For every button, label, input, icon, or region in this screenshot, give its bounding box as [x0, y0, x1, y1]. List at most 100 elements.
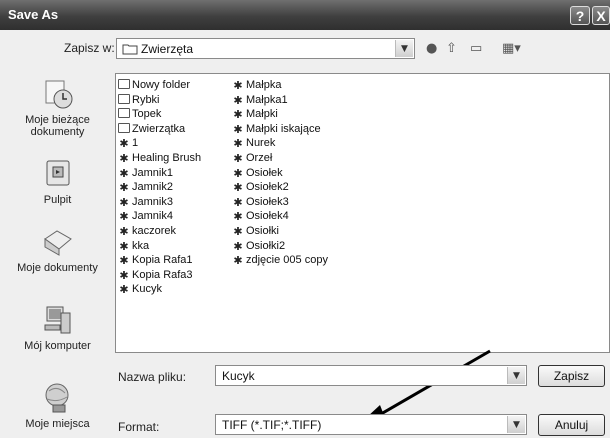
file-name: Małpka [246, 79, 282, 91]
place-my-computer[interactable]: Mój komputer [3, 303, 112, 352]
desktop-icon [46, 160, 69, 186]
file-name: Kopia Rafa3 [132, 268, 193, 281]
file-name: Osiołki2 [246, 239, 286, 252]
place-recent-documents[interactable]: Moje bieżące dokumenty [3, 77, 112, 138]
file-name: Kucyk [132, 283, 162, 296]
my-documents-icon [43, 230, 72, 256]
filename-label: Nazwa pliku: [118, 370, 187, 384]
up-folder-icon[interactable]: ⇧ [446, 41, 457, 56]
place-label: Mój komputer [24, 340, 91, 352]
file-list-item[interactable]: ✱ Małpki [232, 107, 328, 122]
folder-list-item[interactable]: Nowy folder [118, 78, 201, 93]
file-list-item[interactable]: ✱ Małpka1 [232, 93, 328, 108]
file-list-item[interactable]: ✱ Osiołek3 [232, 195, 328, 210]
file-name: Małpki [246, 108, 278, 121]
file-list-column: ✱ Małpka ✱ Małpka1 ✱ Małpki ✱ Małpki iskające ✱ N… [232, 78, 328, 268]
file-name: kaczorek [132, 224, 177, 237]
file-list-item[interactable]: ✱ Małpka [232, 78, 328, 93]
folder-list-item[interactable]: Topek [118, 107, 201, 122]
image-file-icon: ✱ [119, 152, 129, 165]
file-name: Osiołek [246, 166, 283, 179]
folder-list-item[interactable]: Zwierzątka [118, 122, 201, 137]
file-name: Nurek [246, 137, 276, 150]
title-bar: Save As ? X [0, 0, 610, 30]
my-network-places-icon [45, 383, 68, 413]
place-my-documents[interactable]: Moje dokumenty [3, 225, 112, 274]
file-list-item[interactable]: ✱ Kucyk [118, 282, 201, 297]
save-button[interactable]: Zapisz [538, 365, 605, 387]
file-list-item[interactable]: ✱ 1 [118, 136, 201, 151]
file-list-item[interactable]: ✱ Osiołek [232, 166, 328, 181]
file-list-item[interactable]: ✱ Osiołek2 [232, 180, 328, 195]
recent-documents-icon [45, 80, 72, 109]
close-button[interactable]: X [592, 6, 610, 25]
back-icon[interactable]: ● [426, 41, 437, 56]
file-list-item[interactable]: ✱ Jamnik4 [118, 209, 201, 224]
file-list-item[interactable]: ✱ kaczorek [118, 224, 201, 239]
file-list-item[interactable]: ✱ Orzeł [232, 151, 328, 166]
file-list-item[interactable]: ✱ Healing Brush [118, 151, 201, 166]
chevron-down-icon[interactable]: ▼ [507, 367, 525, 384]
chevron-down-icon[interactable]: ▼ [395, 40, 413, 57]
cancel-button[interactable]: Anuluj [538, 414, 605, 436]
file-list-item[interactable]: ✱ Osiołki2 [232, 239, 328, 254]
folder-icon [118, 122, 130, 133]
file-list-item[interactable]: ✱ Jamnik2 [118, 180, 201, 195]
file-name: Kopia Rafa1 [132, 254, 193, 267]
window-title: Save As [8, 7, 59, 22]
file-list-item[interactable]: ✱ Osiołek4 [232, 209, 328, 224]
file-list-item[interactable]: ✱ Jamnik3 [118, 195, 201, 210]
file-name: Małpki iskające [246, 122, 321, 135]
file-list-item[interactable]: ✱ Osiołki [232, 224, 328, 239]
file-list-item[interactable]: ✱ Jamnik1 [118, 166, 201, 181]
places-bar: Moje bieżące dokumenty Pulpit Moje dokum… [3, 65, 112, 438]
file-list-item[interactable]: ✱ Nurek [232, 136, 328, 151]
image-file-icon: ✱ [233, 138, 243, 151]
format-select[interactable]: TIFF (*.TIF;*.TIFF) ▼ [215, 414, 527, 435]
filename-value: Kucyk [222, 369, 255, 383]
file-name: zdjęcie 005 copy [246, 254, 328, 267]
format-value: TIFF (*.TIF;*.TIFF) [222, 418, 322, 432]
save-in-label: Zapisz w: [64, 41, 115, 55]
image-file-icon: ✱ [119, 269, 129, 282]
save-in-value: Zwierzęta [141, 42, 194, 56]
new-folder-icon[interactable]: ▭ [470, 41, 482, 56]
file-list-item[interactable]: ✱ Kopia Rafa3 [118, 268, 201, 283]
file-name: Zwierzątka [132, 122, 186, 135]
image-file-icon: ✱ [233, 167, 243, 180]
file-list-item[interactable]: ✱ Małpki iskające [232, 122, 328, 137]
file-name: kka [132, 239, 150, 252]
image-file-icon: ✱ [119, 225, 129, 238]
file-list-item[interactable]: ✱ Kopia Rafa1 [118, 253, 201, 268]
chevron-down-icon[interactable]: ▼ [507, 416, 525, 433]
image-file-icon: ✱ [119, 284, 129, 297]
image-file-icon: ✱ [119, 240, 129, 253]
save-as-dialog: Save As ? X Zapisz w: Zwierzęta ▼ ● ⇧ ▭ … [0, 0, 610, 438]
save-in-select[interactable]: Zwierzęta ▼ [116, 38, 415, 59]
folder-list-item[interactable]: Rybki [118, 93, 201, 108]
view-menu-icon[interactable]: ▦▾ [502, 41, 521, 56]
file-name: Osiołek4 [246, 210, 289, 223]
image-file-icon: ✱ [119, 182, 129, 195]
file-name: 1 [132, 137, 139, 150]
folder-icon [122, 44, 138, 55]
file-name: Healing Brush [132, 151, 202, 164]
image-file-icon: ✱ [119, 211, 129, 224]
file-name: Orzeł [246, 151, 273, 164]
place-desktop[interactable]: Pulpit [3, 157, 112, 206]
image-file-icon: ✱ [233, 109, 243, 122]
filename-input[interactable]: Kucyk ▼ [215, 365, 527, 386]
help-button[interactable]: ? [570, 6, 590, 25]
file-list-item[interactable]: ✱ zdjęcie 005 copy [232, 253, 328, 268]
place-my-network-places[interactable]: Moje miejsca [3, 381, 112, 430]
format-label: Format: [118, 420, 160, 434]
image-file-icon: ✱ [233, 240, 243, 253]
file-list-column: Nowy folder Rybki Topek Zwierzątka ✱ 1 ✱ Healin… [118, 78, 201, 297]
folder-icon [118, 79, 130, 89]
place-label: Pulpit [43, 194, 72, 206]
file-list[interactable]: Nowy folder Rybki Topek Zwierzątka ✱ 1 ✱ Healin… [115, 73, 610, 353]
image-file-icon: ✱ [119, 196, 129, 209]
file-list-item[interactable]: ✱ kka [118, 239, 201, 254]
file-name: Jamnik4 [132, 210, 173, 223]
file-name: Nowy folder [132, 79, 191, 91]
